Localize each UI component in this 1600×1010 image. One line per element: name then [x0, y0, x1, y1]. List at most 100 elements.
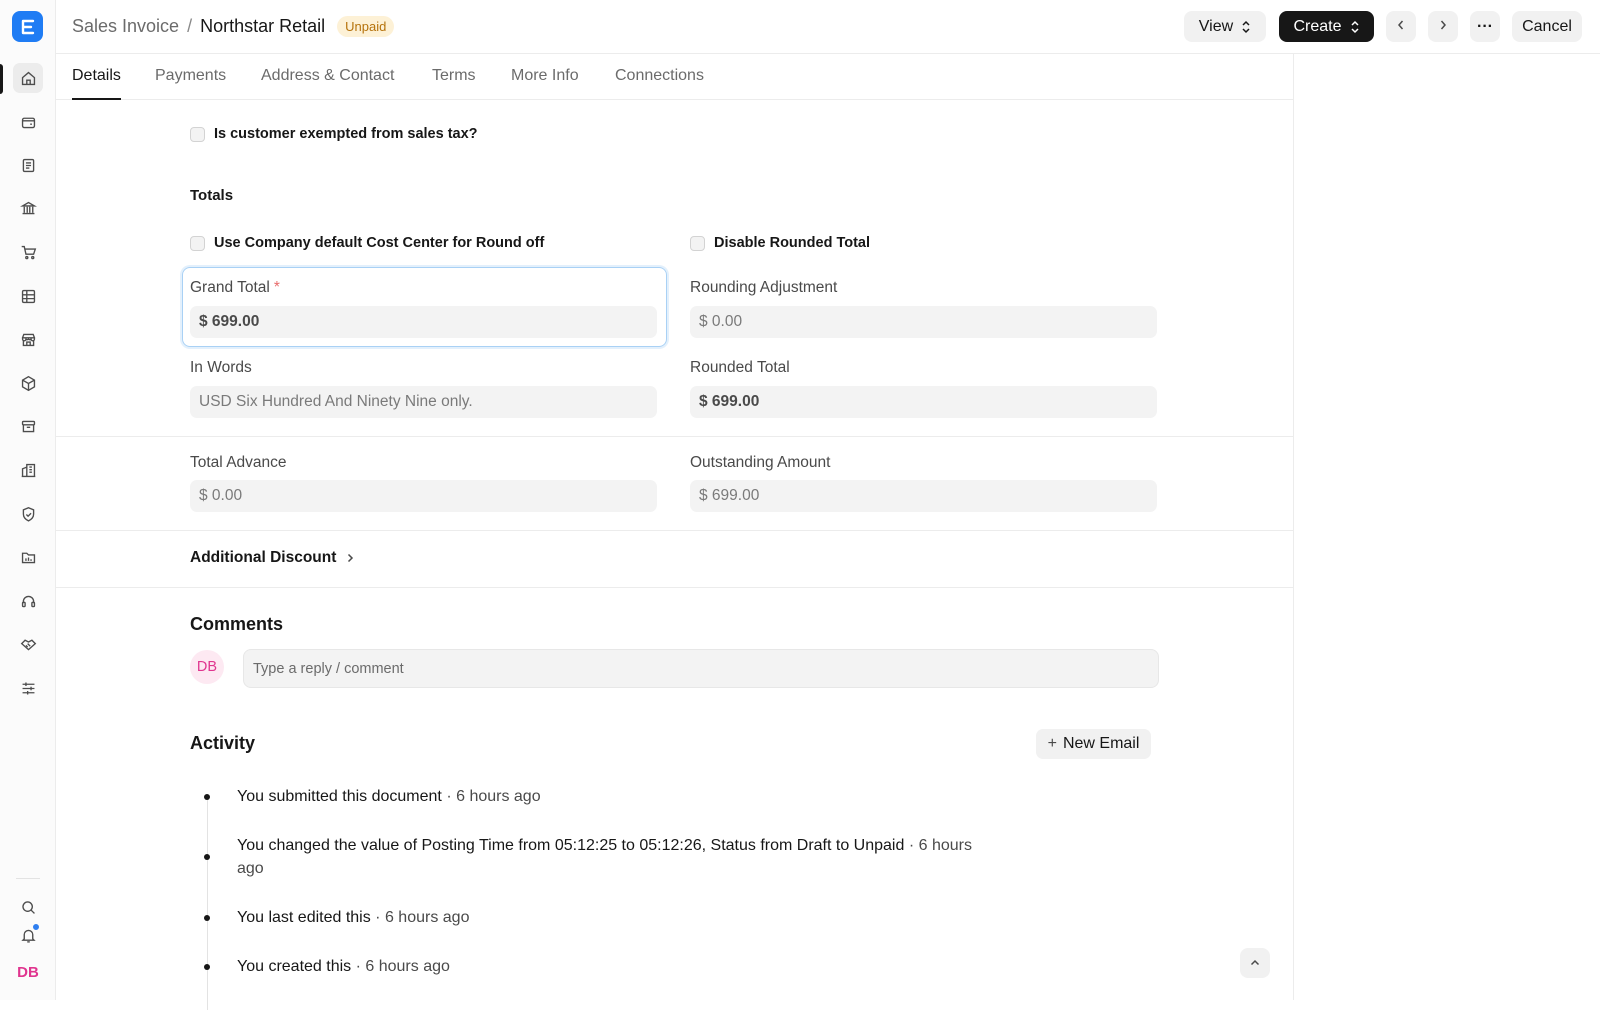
active-indicator	[0, 64, 3, 94]
sliders-icon[interactable]	[13, 673, 43, 703]
cancel-button[interactable]: Cancel	[1512, 11, 1582, 42]
activity-text: to	[617, 837, 640, 854]
additional-discount-toggle[interactable]: Additional Discount	[190, 549, 354, 567]
view-button-label: View	[1198, 17, 1234, 35]
tax-exempt-checkbox-row[interactable]: Is customer exempted from sales tax?	[190, 126, 478, 142]
chevron-updown-icon	[1241, 20, 1251, 34]
previous-button[interactable]	[1386, 11, 1416, 42]
comment-avatar: DB	[190, 650, 224, 684]
breadcrumb-separator: /	[187, 16, 193, 36]
activity-item: You submitted this document · 6 hours ag…	[237, 785, 997, 808]
disable-rounded-total-label: Disable Rounded Total	[714, 235, 871, 251]
timeline-dot	[204, 964, 210, 970]
handshake-icon[interactable]	[13, 629, 43, 659]
cart-icon[interactable]	[13, 237, 43, 267]
total-advance-label: Total Advance	[190, 454, 287, 471]
section-divider	[56, 530, 1293, 531]
tab-terms[interactable]: Terms	[432, 67, 476, 100]
company-cost-center-label: Use Company default Cost Center for Roun…	[214, 235, 545, 251]
chevron-up-icon	[1249, 955, 1261, 971]
activity-text: You created this	[237, 958, 352, 975]
store-icon[interactable]	[13, 324, 43, 354]
status-badge: Unpaid	[337, 16, 395, 37]
headset-icon[interactable]	[13, 586, 43, 616]
breadcrumb: Sales Invoice / Northstar Retail Unpaid	[72, 16, 395, 37]
activity-text: You submitted this document	[237, 788, 442, 805]
cancel-button-label: Cancel	[1522, 17, 1572, 35]
activity-time: · 6 hours ago	[370, 909, 470, 926]
activity-text: You last edited this	[237, 909, 371, 926]
user-avatar[interactable]: DB	[13, 957, 43, 987]
tab-bar: Details Payments Address & Contact Terms…	[56, 54, 1294, 100]
breadcrumb-parent[interactable]: Sales Invoice	[72, 16, 179, 37]
scroll-to-top-button[interactable]	[1240, 948, 1270, 978]
activity-text: to	[831, 837, 854, 854]
wallet-icon[interactable]	[13, 107, 43, 137]
more-options-button[interactable]: ···	[1470, 11, 1500, 42]
box-icon[interactable]	[13, 368, 43, 398]
new-email-button[interactable]: + New Email	[1036, 729, 1151, 759]
activity-time: · 6 hours ago	[351, 958, 450, 975]
timeline-dot	[204, 915, 210, 921]
chevron-right-icon	[346, 552, 354, 564]
activity-value: Draft	[796, 837, 832, 854]
company-cost-center-checkbox-row[interactable]: Use Company default Cost Center for Roun…	[190, 235, 544, 251]
document-icon[interactable]	[13, 150, 43, 180]
ellipsis-icon: ···	[1477, 17, 1493, 35]
tab-connections[interactable]: Connections	[615, 67, 704, 100]
total-advance-field[interactable]: $ 0.00	[190, 480, 657, 512]
section-divider	[56, 587, 1293, 588]
timeline-dot	[204, 854, 210, 860]
in-words-field[interactable]: USD Six Hundred And Ninety Nine only.	[190, 386, 657, 418]
grand-total-field[interactable]: $ 699.00	[190, 306, 657, 338]
home-icon[interactable]	[13, 63, 43, 93]
outstanding-amount-label: Outstanding Amount	[690, 454, 831, 471]
tab-address-contact[interactable]: Address & Contact	[261, 67, 394, 100]
bell-icon[interactable]	[13, 920, 43, 950]
rounding-adjustment-field[interactable]: $ 0.00	[690, 306, 1157, 338]
grand-total-label-text: Grand Total	[190, 279, 270, 296]
activity-item: You changed the value of Posting Time fr…	[237, 834, 997, 880]
building-icon[interactable]	[13, 455, 43, 485]
comment-input[interactable]: Type a reply / comment	[243, 649, 1159, 688]
bank-icon[interactable]	[13, 193, 43, 223]
app-logo[interactable]	[12, 11, 43, 42]
disable-rounded-total-checkbox[interactable]	[690, 235, 705, 251]
timeline-line	[207, 798, 208, 1010]
tab-payments[interactable]: Payments	[155, 67, 226, 100]
rounded-total-field[interactable]: $ 699.00	[690, 386, 1157, 418]
next-button[interactable]	[1428, 11, 1458, 42]
form-content: Is customer exempted from sales tax? Tot…	[56, 100, 1293, 1010]
tax-exempt-checkbox[interactable]	[190, 126, 205, 142]
activity-value: 05:12:26	[639, 837, 702, 854]
sidebar-rail: DB	[0, 0, 56, 1000]
activity-time: · 6 hours ago	[441, 788, 541, 805]
timeline-dot	[204, 794, 210, 800]
activity-title: Activity	[190, 733, 256, 753]
company-cost-center-checkbox[interactable]	[190, 235, 205, 251]
search-icon[interactable]	[13, 892, 43, 922]
notification-dot	[32, 923, 40, 931]
create-button-label: Create	[1293, 17, 1342, 35]
activity-text: , Status from	[701, 837, 797, 854]
tab-more-info[interactable]: More Info	[511, 67, 579, 100]
disable-rounded-total-checkbox-row[interactable]: Disable Rounded Total	[690, 235, 870, 251]
activity-value: Unpaid	[853, 837, 905, 854]
chevron-right-icon	[1438, 18, 1448, 36]
archive-icon[interactable]	[13, 411, 43, 441]
tab-details[interactable]: Details	[72, 67, 121, 100]
in-words-label: In Words	[190, 359, 252, 376]
additional-discount-label: Additional Discount	[190, 549, 337, 566]
activity-value: 05:12:25	[554, 837, 618, 854]
view-button[interactable]: View	[1184, 11, 1266, 42]
folder-chart-icon[interactable]	[13, 542, 43, 572]
section-divider	[56, 436, 1293, 437]
shield-icon[interactable]	[13, 499, 43, 529]
table-icon[interactable]	[13, 281, 43, 311]
totals-section-title: Totals	[190, 187, 234, 204]
create-button[interactable]: Create	[1279, 11, 1374, 42]
rounded-total-label: Rounded Total	[690, 359, 790, 376]
required-asterisk: *	[273, 279, 280, 296]
outstanding-amount-field[interactable]: $ 699.00	[690, 480, 1157, 512]
activity-item: You created this · 6 hours ago	[237, 955, 997, 978]
